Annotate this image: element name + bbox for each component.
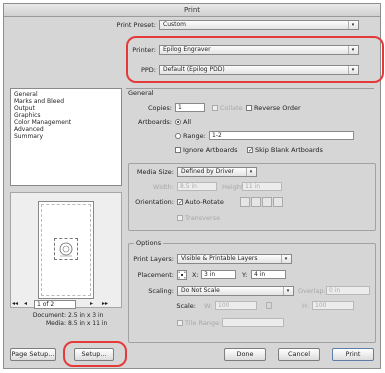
artboards-range-label: Range: (183, 132, 206, 140)
ignore-artboards-label: Ignore Artboards (183, 146, 238, 154)
media-size-select-label: Media Size: (136, 168, 174, 176)
orientation-buttons (240, 197, 284, 207)
reverse-order-checkbox[interactable] (246, 105, 252, 111)
x-label: X: (192, 271, 199, 279)
preview-page (38, 201, 94, 299)
print-preset-label: Print Preset: (116, 21, 156, 29)
range-field[interactable]: 1-2 (209, 131, 354, 140)
prev-page-icon[interactable]: ◂ (24, 299, 27, 309)
general-divider (126, 88, 374, 89)
artwork-bounds[interactable] (54, 238, 78, 260)
sidebar-item-graphics[interactable]: Graphics (14, 112, 118, 119)
dropdown-arrow-icon: ▾ (283, 287, 292, 295)
ignore-artboards-checkbox[interactable] (175, 147, 181, 153)
window-title: Print (4, 4, 380, 17)
artboards-label: Artboards: (137, 118, 172, 126)
reverse-order-label: Reverse Order (254, 104, 301, 112)
artwork-thumbnail-icon (59, 242, 73, 257)
media-size-select[interactable]: Defined by Driver ▾ (177, 167, 257, 177)
transverse-label: Transverse (185, 214, 221, 222)
tile-range-field[interactable] (222, 318, 284, 327)
media-size-label: Media: (45, 320, 66, 327)
print-button[interactable]: Print (332, 348, 374, 361)
page-number-field[interactable]: 1 of 2 (34, 300, 76, 309)
options-section-title: Options (134, 239, 164, 248)
scale-w-field[interactable]: 100 (215, 301, 257, 310)
collate-label: Collate (220, 104, 243, 112)
cancel-button[interactable]: Cancel (278, 348, 320, 361)
overlap-field[interactable]: 0 in (326, 286, 370, 295)
orientation-label: Orientation: (135, 198, 174, 206)
print-preset-select[interactable]: Custom ▾ (159, 20, 359, 30)
tile-range-checkbox[interactable] (177, 320, 183, 326)
x-field[interactable]: 3 in (201, 270, 236, 279)
printer-highlight-annotation (126, 36, 384, 83)
auto-rotate-checkbox[interactable]: ✓ (177, 199, 183, 206)
transverse-checkbox[interactable] (177, 215, 183, 221)
last-page-icon[interactable]: ▸▸ (102, 299, 108, 309)
auto-rotate-label: Auto-Rotate (185, 198, 224, 206)
scale-label: Scale: (176, 302, 196, 310)
placement-grid-icon[interactable] (177, 270, 187, 280)
sidebar-item-advanced[interactable]: Advanced (14, 126, 118, 133)
copies-label: Copies: (147, 104, 172, 112)
overlap-label: Overlap: (298, 287, 326, 295)
skip-blank-artboards-label: Skip Blank Artboards (255, 146, 323, 154)
placement-label: Placement: (137, 271, 174, 279)
artboards-all-radio[interactable] (175, 119, 181, 125)
sidebar-item-marks-and-bleed[interactable]: Marks and Bleed (14, 98, 118, 105)
width-label: Width: (152, 183, 174, 191)
skip-blank-artboards-checkbox[interactable]: ✓ (247, 147, 253, 154)
scaling-label: Scaling: (148, 287, 174, 295)
media-size-value: 8.5 in x 11 in (68, 320, 108, 327)
scale-w-label: W: (204, 302, 213, 310)
page-setup-button[interactable]: Page Setup... (10, 348, 56, 361)
height-field[interactable]: 11 in (242, 182, 282, 191)
first-page-icon[interactable]: ◂◂ (12, 299, 18, 309)
width-field[interactable]: 8.5 in (177, 182, 217, 191)
sidebar-item-output[interactable]: Output (14, 105, 118, 112)
sidebar-item-general[interactable]: General (14, 91, 118, 98)
category-list: General Marks and Bleed Output Graphics … (10, 88, 122, 186)
y-field[interactable]: 4 in (251, 270, 286, 279)
dropdown-arrow-icon: ▾ (281, 255, 290, 263)
portrait-icon[interactable] (240, 197, 250, 207)
setup-highlight-annotation (63, 341, 127, 367)
sidebar-item-summary[interactable]: Summary (14, 133, 118, 140)
next-page-icon[interactable]: ▸ (90, 299, 93, 309)
sidebar-item-color-management[interactable]: Color Management (14, 119, 118, 126)
dropdown-arrow-icon: ▾ (246, 168, 255, 176)
scaling-select[interactable]: Do Not Scale ▾ (177, 286, 294, 296)
portrait-flipped-icon[interactable] (262, 197, 272, 207)
landscape-flipped-icon[interactable] (273, 197, 283, 207)
print-layers-select[interactable]: Visible & Printable Layers ▾ (177, 254, 292, 264)
collate-checkbox[interactable] (212, 105, 218, 111)
dropdown-arrow-icon: ▾ (348, 21, 357, 29)
scale-h-label: H: (302, 302, 310, 310)
copies-field[interactable]: 1 (175, 103, 205, 112)
print-preview (10, 192, 122, 308)
landscape-icon[interactable] (251, 197, 261, 207)
y-label: Y: (242, 271, 248, 279)
print-layers-label: Print Layers: (133, 255, 174, 263)
done-button[interactable]: Done (224, 348, 266, 361)
artboards-all-label: All (183, 118, 192, 126)
artboards-range-radio[interactable] (175, 133, 181, 139)
scale-h-field[interactable]: 100 (312, 301, 354, 310)
tile-range-label: Tile Range: (185, 319, 222, 327)
link-scale-icon[interactable] (266, 302, 272, 309)
general-section-title: General (128, 89, 154, 97)
